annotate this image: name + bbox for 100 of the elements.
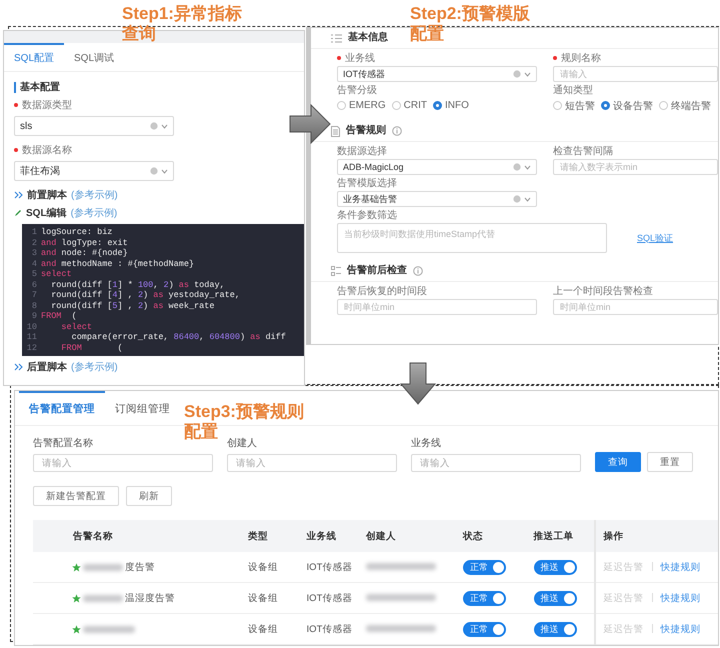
filter-label: 告警配置名称 [33, 436, 94, 450]
input-field[interactable]: 时间单位min [553, 299, 718, 315]
select-field[interactable]: sls [14, 116, 174, 136]
toggle-switch[interactable]: 推送 [534, 590, 577, 606]
section-title: SQL编辑 [26, 206, 67, 220]
example-link[interactable]: (参考示例) [70, 206, 118, 220]
radio-button[interactable] [433, 101, 442, 110]
radio-button[interactable] [601, 101, 610, 110]
star-icon [72, 624, 81, 634]
column-header: 创建人 [366, 530, 396, 542]
caret-icon [524, 72, 531, 76]
query-button[interactable]: 查询 [595, 452, 641, 472]
code-editor[interactable] [22, 224, 304, 356]
field-label: 告警分级 [337, 85, 377, 96]
action-button[interactable]: 刷新 [126, 486, 172, 506]
radio-label: 短告警 [565, 100, 595, 112]
column-header: 业务线 [306, 530, 337, 542]
action-link[interactable]: 快捷规则 [660, 624, 701, 634]
input-field[interactable]: 请输入 [33, 454, 213, 472]
input-field[interactable]: 时间单位min [337, 299, 537, 315]
code-line: FROM ( [41, 311, 77, 322]
step-title: Step2:预警模版 [410, 4, 530, 24]
field-label: 规则名称 [553, 53, 601, 64]
action-link[interactable]: 快捷规则 [660, 562, 701, 572]
column-header: 推送工单 [534, 530, 574, 542]
toggle-switch[interactable]: 正常 [462, 622, 506, 636]
blurred-text [83, 626, 135, 632]
column-header: 告警名称 [73, 530, 113, 542]
flow-arrow [400, 362, 436, 406]
filter-label: 业务线 [411, 436, 442, 450]
code-line: round(diff [4] , 2) as yestoday_rate, [50, 290, 240, 300]
clear-icon [513, 70, 521, 78]
input-field[interactable]: 请输入 [227, 454, 397, 472]
code-line: and methodName : #{methodName} [41, 258, 194, 269]
toggle-switch[interactable]: 推送 [534, 622, 577, 636]
select-field[interactable]: IOT传感器 [337, 66, 537, 82]
select-field[interactable]: 业务基础告警 [337, 191, 537, 207]
radio-label: 设备告警 [613, 100, 653, 112]
clear-icon [513, 163, 521, 171]
line-number: 2 [30, 238, 38, 248]
field-label: 数据源类型 [14, 100, 72, 111]
tab[interactable]: SQL配置 [4, 43, 64, 71]
toggle-switch[interactable]: 正常 [462, 560, 506, 574]
code-line: select [41, 269, 72, 280]
column-header: 类型 [248, 530, 268, 542]
step-title: Step1:异常指标 [122, 4, 242, 24]
reset-button[interactable]: 重置 [647, 452, 693, 472]
column-header: 状态 [462, 530, 483, 542]
field-label: 业务线 [337, 53, 375, 64]
code-line: FROM ( [60, 342, 123, 353]
line-number: 9 [30, 311, 38, 322]
select-field[interactable]: ADB-MagicLog [337, 159, 537, 175]
toggle-switch[interactable]: 正常 [462, 590, 506, 606]
field-label: 告警模版选择 [337, 178, 397, 189]
field-label: 检查告警间隔 [553, 146, 613, 157]
double-chevron-icon [14, 363, 23, 371]
input-field[interactable]: 请输入数字表示min [553, 159, 718, 175]
field-label: 上一个时间段告警检查 [553, 286, 653, 297]
code-line: round(diff [1] * 100, 2) as today, [50, 280, 225, 290]
code-line: select [60, 322, 92, 332]
line-number: 5 [30, 269, 38, 280]
caret-icon [524, 196, 531, 202]
radio-button[interactable] [553, 101, 562, 110]
list-icon [331, 34, 342, 42]
radio-label: EMERG [349, 100, 386, 111]
textarea-field[interactable]: 当前秒级时间数据使用timeStamp代替 [337, 223, 607, 253]
star-icon [72, 562, 81, 572]
radio-button[interactable] [659, 101, 668, 110]
radio-label: INFO [445, 100, 469, 111]
table-cell: IOT传感器 [306, 562, 352, 572]
select-field[interactable]: 菲住布渴 [14, 161, 174, 181]
step-title: 配置 [410, 24, 445, 44]
action-button[interactable]: 新建告警配置 [33, 486, 119, 506]
step-title: 查询 [122, 24, 157, 44]
caret-icon [524, 164, 531, 170]
line-number: 12 [26, 342, 38, 353]
example-link[interactable]: (参考示例) [71, 188, 118, 202]
blurred-text [366, 594, 436, 600]
radio-button[interactable] [392, 101, 401, 110]
section-title: 后置脚本 [27, 360, 67, 374]
grid-icon [331, 266, 341, 276]
action-link[interactable]: 快捷规则 [660, 592, 701, 604]
example-link[interactable]: (参考示例) [71, 360, 118, 374]
caret-icon [161, 168, 168, 174]
tab[interactable]: 订阅组管理 [105, 391, 180, 425]
input-field[interactable]: 请输入 [411, 454, 581, 472]
filter-label: 创建人 [227, 436, 258, 450]
input-field[interactable]: 请输入 [553, 66, 718, 82]
line-number: 7 [30, 290, 38, 300]
radio-label: 终端告警 [671, 100, 711, 112]
table-cell: IOT传感器 [306, 592, 352, 604]
section-title: 基本信息 [348, 32, 388, 44]
sql-verify-link[interactable]: SQL验证 [637, 232, 674, 244]
tab[interactable]: 告警配置管理 [19, 391, 105, 425]
radio-button[interactable] [337, 101, 346, 110]
field-label: 数据源选择 [337, 146, 387, 157]
toggle-switch[interactable]: 推送 [534, 560, 577, 574]
tab[interactable]: SQL调试 [64, 43, 124, 71]
field-label: 通知类型 [553, 85, 593, 96]
table-cell: IOT传感器 [306, 624, 352, 634]
